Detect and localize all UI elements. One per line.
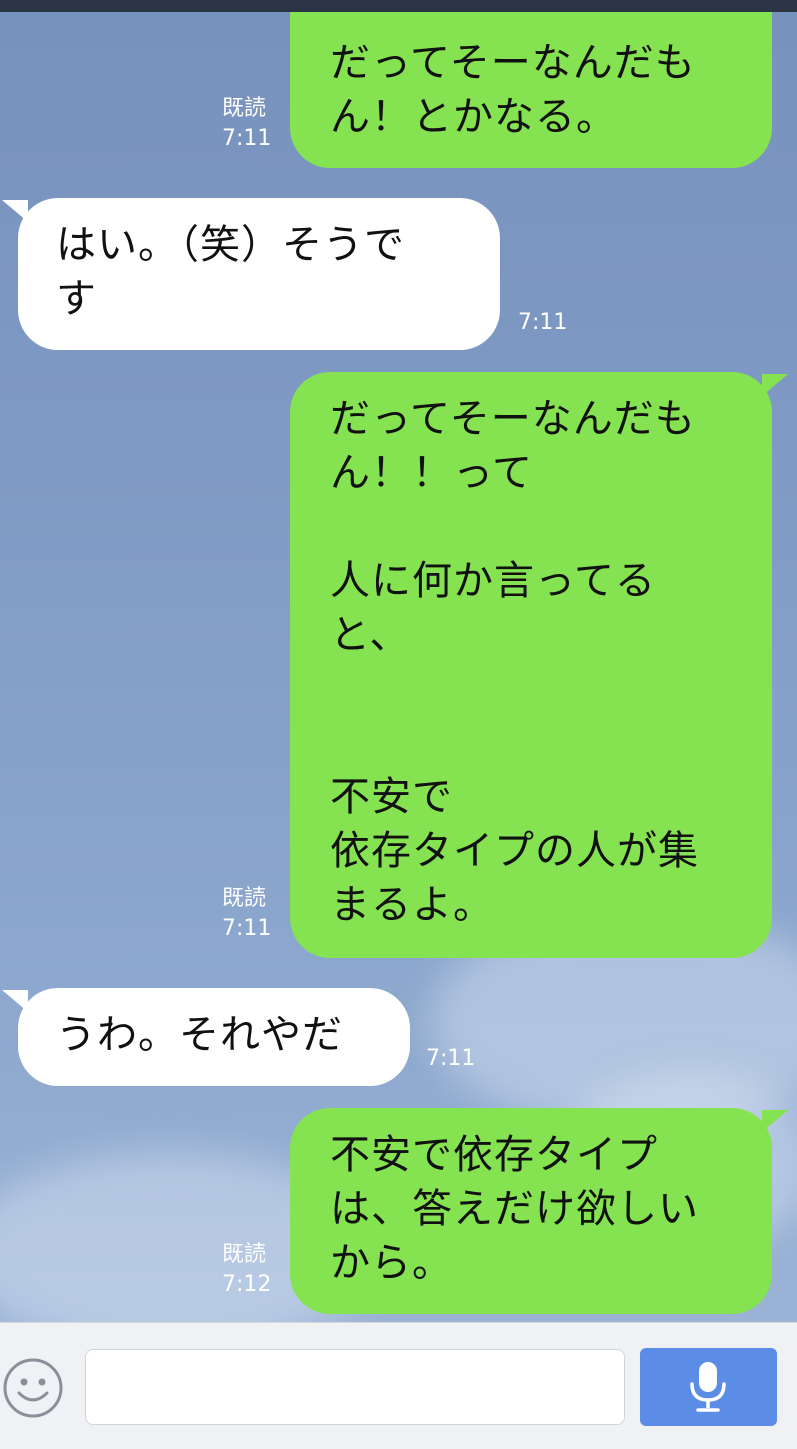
message-meta: 既読 7:11 (222, 884, 271, 944)
chat-area[interactable]: だってそーなんだも ん！とかなる。 既読 7:11 はい。（笑）そうで す 7:… (0, 12, 797, 1322)
read-receipt: 既読 (222, 886, 267, 911)
message-time: 7:11 (222, 916, 272, 941)
message-meta: 既読 7:11 (222, 94, 271, 154)
message-time: 7:11 (222, 126, 272, 151)
microphone-icon (690, 1362, 726, 1412)
message-time: 7:11 (518, 310, 568, 335)
outgoing-message[interactable]: だってそーなんだも ん！！って 人に何か言ってる と、 不安で 依存タイプの人が… (290, 372, 772, 958)
smiley-icon[interactable] (2, 1357, 64, 1419)
message-time: 7:11 (426, 1046, 476, 1071)
outgoing-message[interactable]: 不安で依存タイプ は、答えだけ欲しい から。 (290, 1108, 772, 1314)
incoming-message[interactable]: はい。（笑）そうで す (18, 198, 500, 350)
message-input[interactable] (85, 1349, 625, 1425)
message-meta: 既読 7:12 (222, 1240, 271, 1300)
read-receipt: 既読 (222, 1242, 267, 1267)
message-time: 7:12 (222, 1272, 272, 1297)
voice-send-button[interactable] (640, 1348, 777, 1426)
incoming-message[interactable]: うわ。それやだ (18, 988, 410, 1086)
read-receipt: 既読 (222, 96, 267, 121)
status-bar (0, 0, 797, 12)
outgoing-message[interactable]: だってそーなんだも ん！とかなる。 (290, 12, 772, 168)
message-input-bar (0, 1322, 797, 1449)
